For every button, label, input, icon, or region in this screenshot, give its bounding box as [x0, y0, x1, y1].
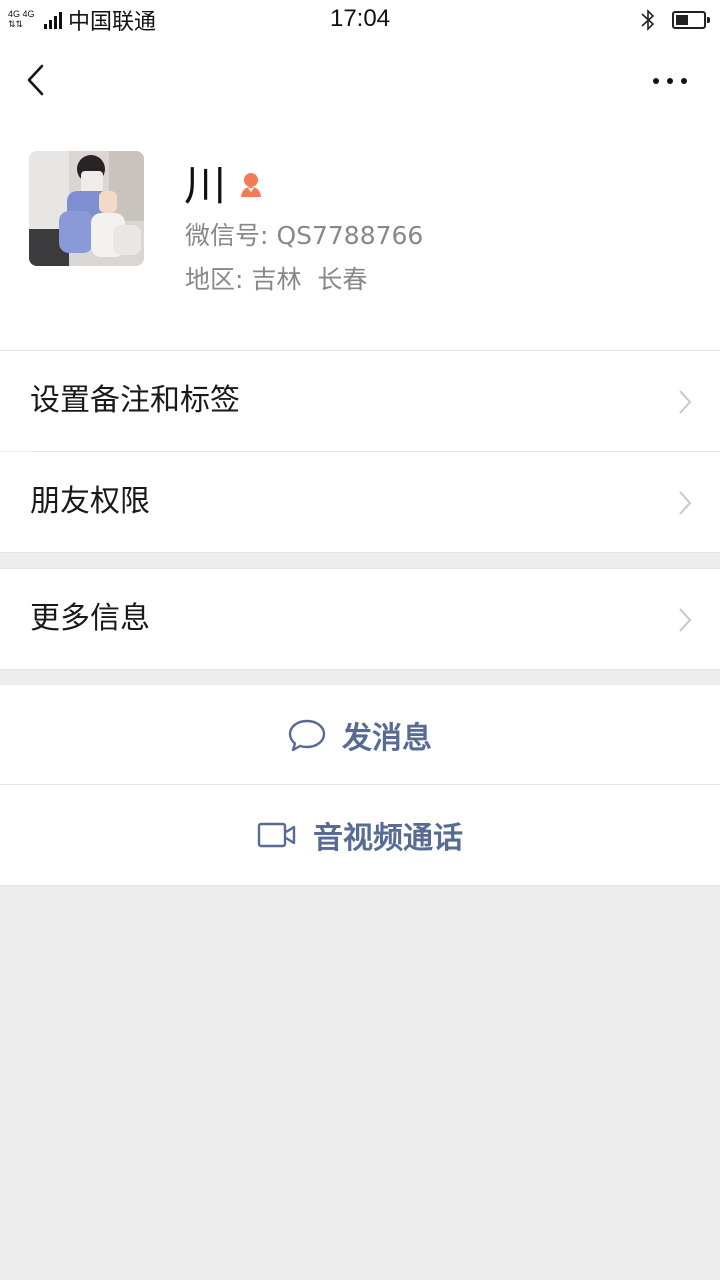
bluetooth-icon — [641, 9, 655, 31]
actions-bottom-border — [0, 885, 720, 886]
friend-permissions-cell[interactable]: 朋友权限 — [0, 452, 720, 552]
more-info-label: 更多信息 — [30, 601, 150, 636]
video-camera-icon — [257, 822, 296, 848]
friend-permissions-label: 朋友权限 — [30, 484, 150, 519]
send-message-button[interactable]: 发消息 — [0, 685, 720, 785]
avatar-photo — [29, 151, 144, 266]
status-time: 17:04 — [329, 5, 391, 32]
region-row: 地区: 吉林 长春 — [185, 260, 367, 296]
chevron-right-icon — [679, 491, 692, 515]
more-info-cell[interactable]: 更多信息 — [0, 569, 720, 669]
chevron-right-icon — [679, 390, 692, 414]
contact-name: 川 — [184, 161, 227, 210]
more-button[interactable] — [650, 66, 694, 96]
nav-bar — [0, 40, 720, 120]
back-button[interactable] — [18, 60, 58, 100]
wechat-id-row: 微信号: QS7788766 — [185, 216, 423, 252]
group-bottom-border — [0, 669, 720, 670]
status-right — [640, 8, 710, 32]
chevron-left-icon — [27, 64, 44, 96]
region-value: 吉林 长春 — [251, 265, 368, 294]
battery-level — [676, 15, 688, 25]
wechat-id-value: QS7788766 — [276, 221, 424, 250]
remark-tags-cell[interactable]: 设置备注和标签 — [0, 351, 720, 451]
avatar[interactable] — [29, 151, 144, 266]
av-call-button[interactable]: 音视频通话 — [0, 785, 720, 885]
battery-tip — [707, 17, 710, 23]
status-bar: 4G 4G ⇅⇅ 中国联通 17:04 — [0, 0, 720, 40]
region-label: 地区: — [185, 265, 244, 294]
send-message-label: 发消息 — [342, 721, 432, 756]
chat-bubble-icon — [288, 719, 326, 752]
female-icon — [241, 172, 262, 197]
battery-icon — [672, 11, 710, 29]
group-bottom-border — [0, 552, 720, 553]
name-row: 川 — [184, 152, 266, 213]
wechat-id-label: 微信号: — [185, 221, 269, 250]
ellipsis-icon — [653, 78, 687, 84]
remark-tags-label: 设置备注和标签 — [30, 383, 240, 418]
profile-header: 川 微信号: QS7788766 地区: 吉林 长春 — [0, 120, 720, 351]
av-call-label: 音视频通话 — [313, 821, 463, 856]
chevron-right-icon — [679, 608, 692, 632]
